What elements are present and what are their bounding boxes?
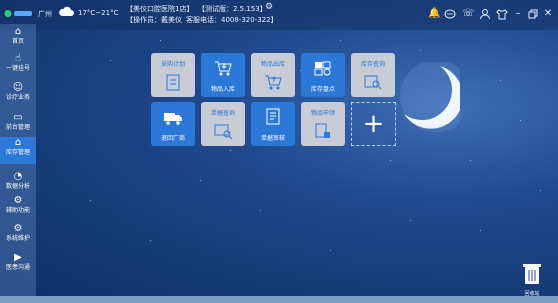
tile-return-vendor[interactable]: 退回厂商 (151, 102, 195, 146)
tools-icon: ⚙ (13, 195, 23, 206)
tile-label: 单据审核 (260, 135, 285, 142)
recycle-bin[interactable]: 回收站 (520, 262, 544, 297)
video-icon: ▶ (14, 252, 22, 263)
message-icon[interactable] (444, 8, 456, 20)
shop-name: 【美仪口腔医院1店】 (126, 5, 194, 13)
sidebar-item-label: 诊疗业务 (5, 94, 30, 101)
tile-label: 库存查询 (360, 61, 385, 68)
tile-label: 退回厂商 (160, 135, 185, 142)
tile-inventory-count[interactable]: 库存盘点 (301, 53, 345, 97)
tile-document-review[interactable]: 单据审核 (251, 102, 295, 146)
cloudy-weather-icon (59, 6, 74, 16)
sidebar-item-register[interactable]: ☝ 一键挂号 (0, 53, 36, 77)
operator-label: 【操作员：戴美仪 (126, 16, 182, 24)
crescent-moon-image (400, 62, 460, 132)
hotline-label: 客服电话：4008-320-322】 (186, 16, 278, 24)
plus-icon: + (362, 109, 385, 139)
sidebar-item-reception[interactable]: ▭ 前台管理 (0, 112, 36, 136)
version-label: 【测试版：2.5.153】 (198, 5, 267, 13)
search-box-icon (364, 75, 382, 90)
sidebar-item-tools[interactable]: ⚙ 辅助功能 (0, 195, 36, 219)
top-bar: 广州 17°C~21°C 【美仪口腔医院1店】 【测试版：2.5.153】 ⚙ … (0, 0, 558, 30)
add-tile-button[interactable]: + (351, 102, 396, 146)
sidebar-item-label: 一键挂号 (5, 65, 30, 72)
stock-count-icon (314, 61, 331, 76)
sidebar-item-inventory[interactable]: ⌂ 库存管理 (0, 137, 36, 164)
register-icon: ☝ (14, 53, 22, 64)
sidebar-item-label: 数据分析 (5, 183, 30, 190)
system-icon: ⚙ (13, 223, 23, 234)
sidebar-item-clinic[interactable]: ☺ 诊疗业务 (0, 82, 36, 106)
settings-gear-icon[interactable]: ⚙ (265, 2, 273, 12)
inventory-icon: ⌂ (14, 137, 22, 148)
tile-label: 物品入库 (210, 86, 235, 93)
tile-label: 物品申领 (310, 110, 335, 117)
sidebar-item-label: 辅助功能 (5, 207, 30, 214)
clipboard-icon (166, 74, 180, 91)
tile-label: 库存盘点 (310, 86, 335, 93)
temperature-label: 17°C~21°C (78, 9, 119, 17)
tile-document-query[interactable]: 单据查询 (201, 102, 245, 146)
tile-label: 物品出库 (260, 61, 285, 68)
minimize-icon[interactable]: – (512, 8, 524, 20)
home-icon: ⌂ (14, 26, 22, 37)
sidebar-item-label: 系统维护 (5, 235, 30, 242)
document-check-icon (266, 108, 280, 125)
analytics-icon: ◔ (13, 171, 23, 182)
shirt-icon[interactable] (496, 8, 508, 20)
taskbar (0, 296, 558, 303)
cart-out-icon (265, 75, 282, 90)
tile-inventory-query[interactable]: 库存查询 (351, 53, 395, 97)
cart-in-icon (215, 61, 232, 76)
sidebar-item-label: 前台管理 (5, 124, 30, 131)
tile-label: 采购计划 (160, 61, 185, 68)
bell-icon[interactable]: 🔔 (428, 8, 440, 20)
tile-purchase-plan[interactable]: 采购计划 (151, 53, 195, 97)
sidebar-item-system[interactable]: ⚙ 系统维护 (0, 223, 36, 247)
phone-icon[interactable]: ☏ (462, 8, 475, 20)
sidebar-item-label: 首页 (11, 38, 24, 45)
tile-stock-out[interactable]: 物品出库 (251, 53, 295, 97)
tile-item-requisition[interactable]: 物品申领 (301, 102, 345, 146)
city-label: 广州 (38, 10, 52, 18)
reception-icon: ▭ (13, 112, 23, 123)
sidebar-item-label: 库存管理 (5, 149, 30, 156)
logo (4, 9, 34, 18)
tile-stock-in[interactable]: 物品入库 (201, 53, 245, 97)
sidebar-item-label: 医患沟通 (5, 264, 30, 271)
tile-label: 单据查询 (210, 110, 235, 117)
sidebar-item-analytics[interactable]: ◔ 数据分析 (0, 171, 36, 195)
document-search-icon (214, 124, 233, 140)
clinic-icon: ☺ (12, 82, 24, 93)
user-icon[interactable] (479, 8, 491, 20)
sidebar-item-communication[interactable]: ▶ 医患沟通 (0, 252, 36, 276)
sidebar-item-home[interactable]: ⌂ 首页 (0, 26, 36, 50)
requisition-icon (315, 123, 330, 138)
close-icon[interactable]: ✕ (542, 8, 554, 20)
trash-icon (523, 264, 541, 284)
truck-icon (164, 113, 182, 125)
sidebar: ⌂ 首页 ☝ 一键挂号 ☺ 诊疗业务 ▭ 前台管理 ⌂ 库存管理 ◔ 数据分析 … (0, 24, 36, 303)
restore-icon[interactable] (527, 8, 539, 20)
